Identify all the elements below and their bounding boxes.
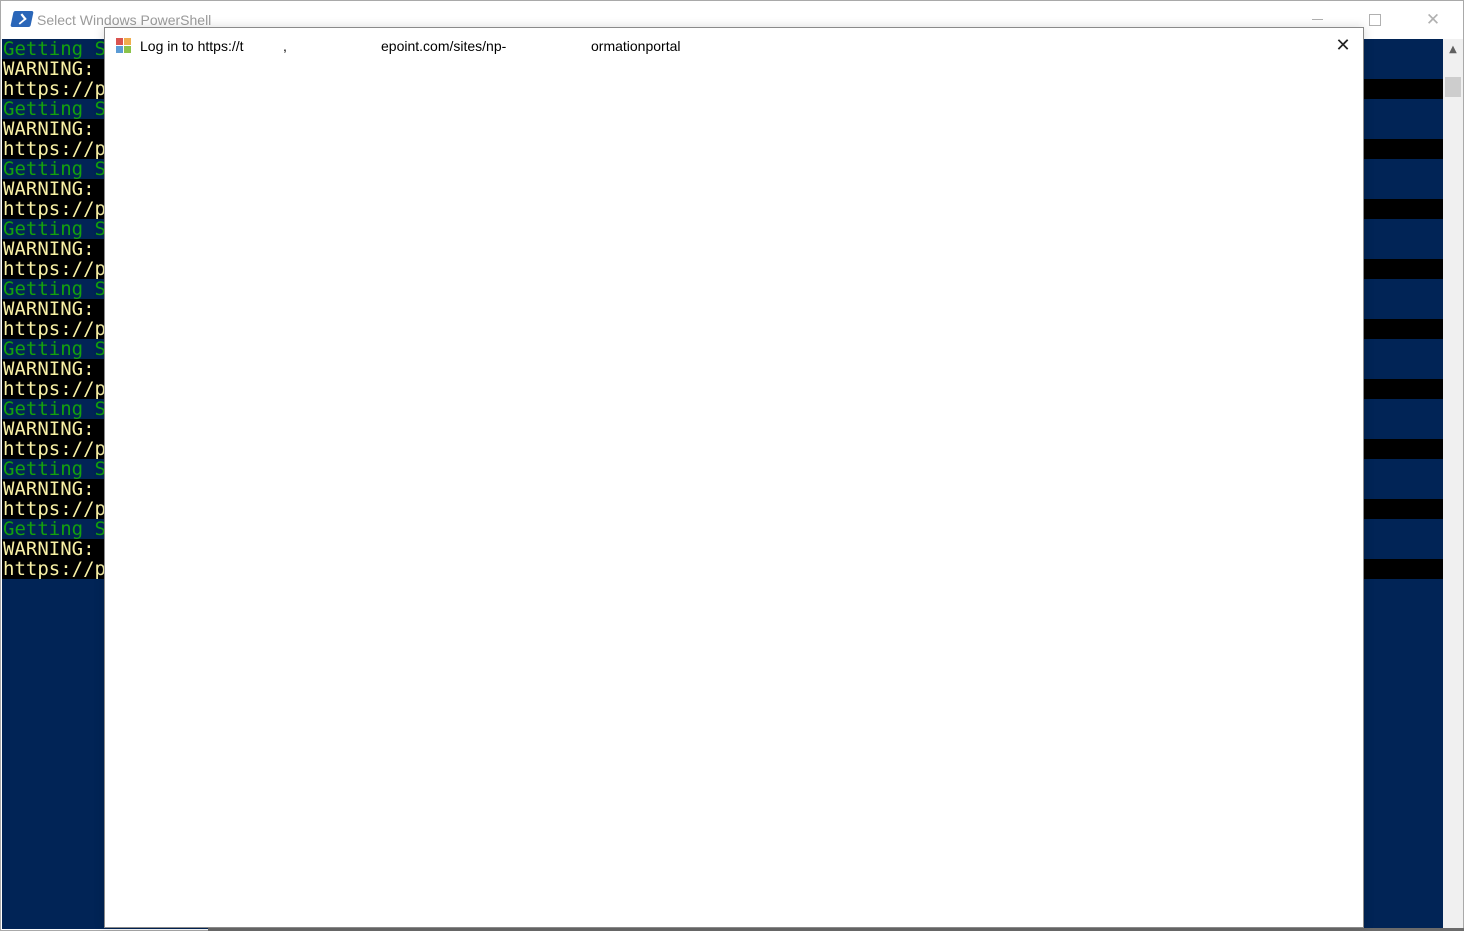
console-line-getting: Getting S [3,398,106,420]
login-title-segment: epoint.com/sites/np- [381,38,507,54]
close-icon: ✕ [1425,9,1441,30]
console-line-getting: Getting S [3,458,106,480]
console-line-warning: WARNING: [2,299,112,319]
login-title-segment: ormationportal [591,38,681,54]
maximize-icon [1369,14,1381,26]
login-content-area[interactable] [105,64,1363,927]
console-line-getting: Getting S [3,39,106,60]
console-line-warning: WARNING: [2,239,112,259]
console-line-getting: Getting S [3,278,106,300]
minimize-icon [1311,19,1323,20]
close-icon: ✕ [1335,35,1351,56]
console-line-warning: WARNING: [2,359,112,379]
powershell-window-title: Select Windows PowerShell [37,12,212,28]
console-line-getting: Getting S [3,518,106,540]
app-window-icon [116,38,132,54]
console-line-getting: Getting S [3,158,106,180]
scroll-up-arrow-icon[interactable]: ▲ [1443,39,1463,59]
login-close-button[interactable]: ✕ [1327,32,1359,60]
console-line-warning: WARNING: [2,419,112,439]
login-title-segment: , [283,38,287,54]
console-line-getting: Getting S [3,218,106,240]
powershell-icon [10,11,34,27]
console-line-warning: WARNING: [2,539,112,559]
console-line-warning: WARNING: [2,479,112,499]
console-line-warning: WARNING: [2,179,112,199]
login-dialog: Log in to https://t , epoint.com/sites/n… [104,27,1364,928]
console-line-warning: WARNING: [2,59,112,79]
login-title-segment: Log in to https://t [140,38,244,54]
console-line-getting: Getting S [3,98,106,120]
console-line-getting: Getting S [3,338,106,360]
scrollbar-thumb[interactable] [1445,77,1461,97]
login-dialog-titlebar[interactable]: Log in to https://t , epoint.com/sites/n… [105,28,1363,64]
console-line-warning: WARNING: [2,119,112,139]
console-scrollbar[interactable]: ▲ [1443,39,1463,929]
close-button[interactable]: ✕ [1404,1,1462,39]
